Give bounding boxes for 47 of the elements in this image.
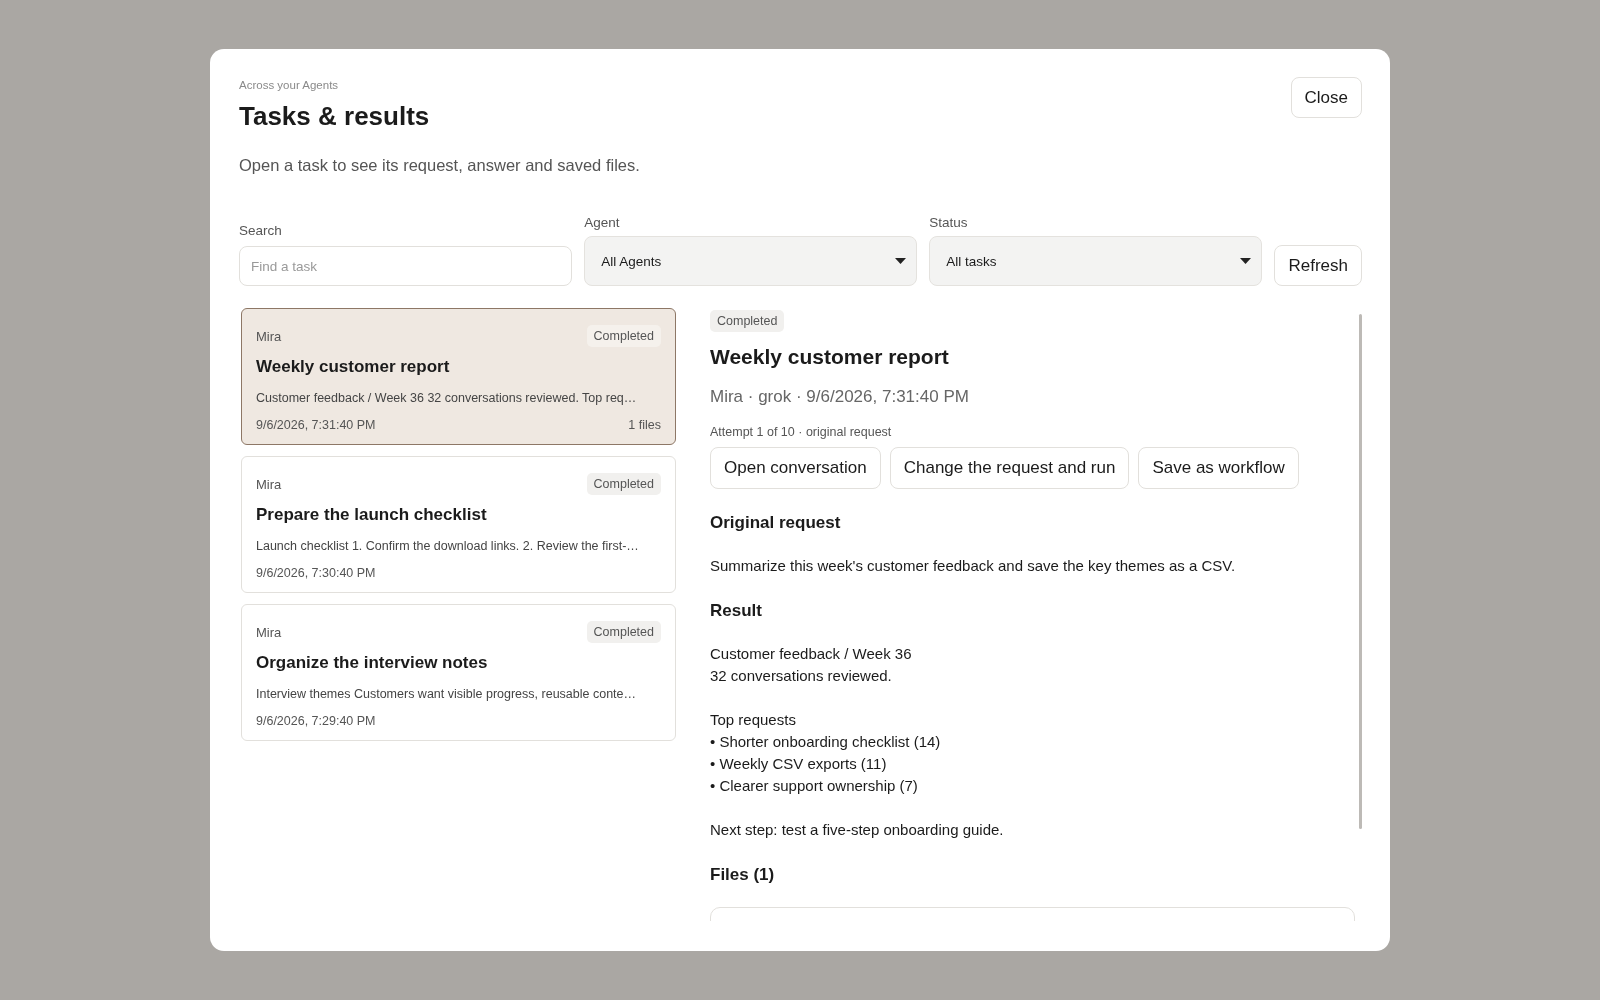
section-heading: Original request bbox=[710, 513, 841, 533]
result-paragraph: Next step: test a five-step onboarding guide. bbox=[710, 820, 1004, 840]
task-agent: Mira bbox=[256, 476, 282, 492]
attempt-info: Attempt 1 of 10 · original request bbox=[710, 425, 892, 439]
action-button[interactable]: Open conversation bbox=[710, 447, 881, 489]
task-preview: Interview themes Customers want visible progress, reusable conte… bbox=[256, 687, 638, 701]
task-agent: Mira bbox=[256, 624, 282, 640]
section-heading: Files (1) bbox=[710, 865, 775, 885]
file-count: 1 files bbox=[628, 418, 661, 432]
status-badge: Completed bbox=[586, 473, 661, 495]
task-card[interactable]: Mira Completed Weekly customer report Customer feedback / Week 36 32 conversations reviewed. Top req… 9/6/2026, 7:31:40 PM 1 files bbox=[241, 308, 676, 445]
request-text: Summarize this week's customer feedback and save the key themes as a CSV. bbox=[710, 556, 1236, 576]
search-field[interactable]: Find a task bbox=[239, 246, 573, 286]
agent-label: Agent bbox=[584, 215, 621, 230]
task-agent: Mira bbox=[256, 328, 282, 344]
refresh-button[interactable]: Refresh bbox=[1274, 245, 1362, 286]
task-card[interactable]: Mira Completed Organize the interview notes Interview themes Customers want visible progress, reusable conte… 9/6/2026, 7:29:40 PM bbox=[241, 604, 676, 741]
action-button[interactable]: Change the request and run bbox=[889, 447, 1130, 489]
status-label: Status bbox=[929, 215, 969, 230]
scrollbar[interactable] bbox=[1359, 314, 1362, 829]
result-paragraph: Top requests • Shorter onboarding checklist (14) • Weekly CSV exports (11) • Clearer support ownership (7) bbox=[710, 710, 941, 796]
task-heading: Weekly customer report bbox=[710, 345, 949, 369]
task-title: Prepare the launch checklist bbox=[256, 505, 488, 525]
dialog-title: Tasks & results bbox=[239, 101, 431, 132]
task-time: 9/6/2026, 7:30:40 PM bbox=[256, 566, 376, 580]
agent-dropdown[interactable]: All Agents bbox=[584, 236, 918, 286]
caret-icon bbox=[1240, 258, 1252, 264]
status-badge: Completed bbox=[586, 621, 661, 643]
close-button[interactable]: Close bbox=[1290, 77, 1362, 118]
task-title: Weekly customer report bbox=[256, 357, 451, 377]
task-time: 9/6/2026, 7:31:40 PM bbox=[256, 418, 376, 432]
task-time: 9/6/2026, 7:29:40 PM bbox=[256, 714, 376, 728]
task-preview: Launch checklist 1. Confirm the download links. 2. Review the first-… bbox=[256, 539, 640, 553]
dialog-eyebrow: Across your Agents bbox=[239, 79, 340, 91]
status-badge: Completed bbox=[586, 325, 661, 347]
status-dropdown[interactable]: All tasks bbox=[929, 236, 1263, 286]
section-heading: Result bbox=[710, 601, 762, 621]
result-paragraph: Customer feedback / Week 36 32 conversations reviewed. bbox=[710, 644, 912, 686]
caret-icon bbox=[895, 258, 907, 264]
action-button[interactable]: Save as workflow bbox=[1138, 447, 1299, 489]
search-label: Search bbox=[239, 223, 283, 238]
task-card[interactable]: Mira Completed Prepare the launch checklist Launch checklist 1. Confirm the download links. 2. Review the first-… 9/6/2026, 7:30:40 PM bbox=[241, 456, 676, 593]
dialog-subtitle: Open a task to see its request, answer and saved files. bbox=[239, 156, 640, 175]
task-title: Organize the interview notes bbox=[256, 653, 489, 673]
status-badge: Completed bbox=[710, 310, 785, 332]
task-preview: Customer feedback / Week 36 32 conversations reviewed. Top req… bbox=[256, 391, 638, 405]
task-meta: Mira · grok · 9/6/2026, 7:31:40 PM bbox=[710, 387, 969, 407]
